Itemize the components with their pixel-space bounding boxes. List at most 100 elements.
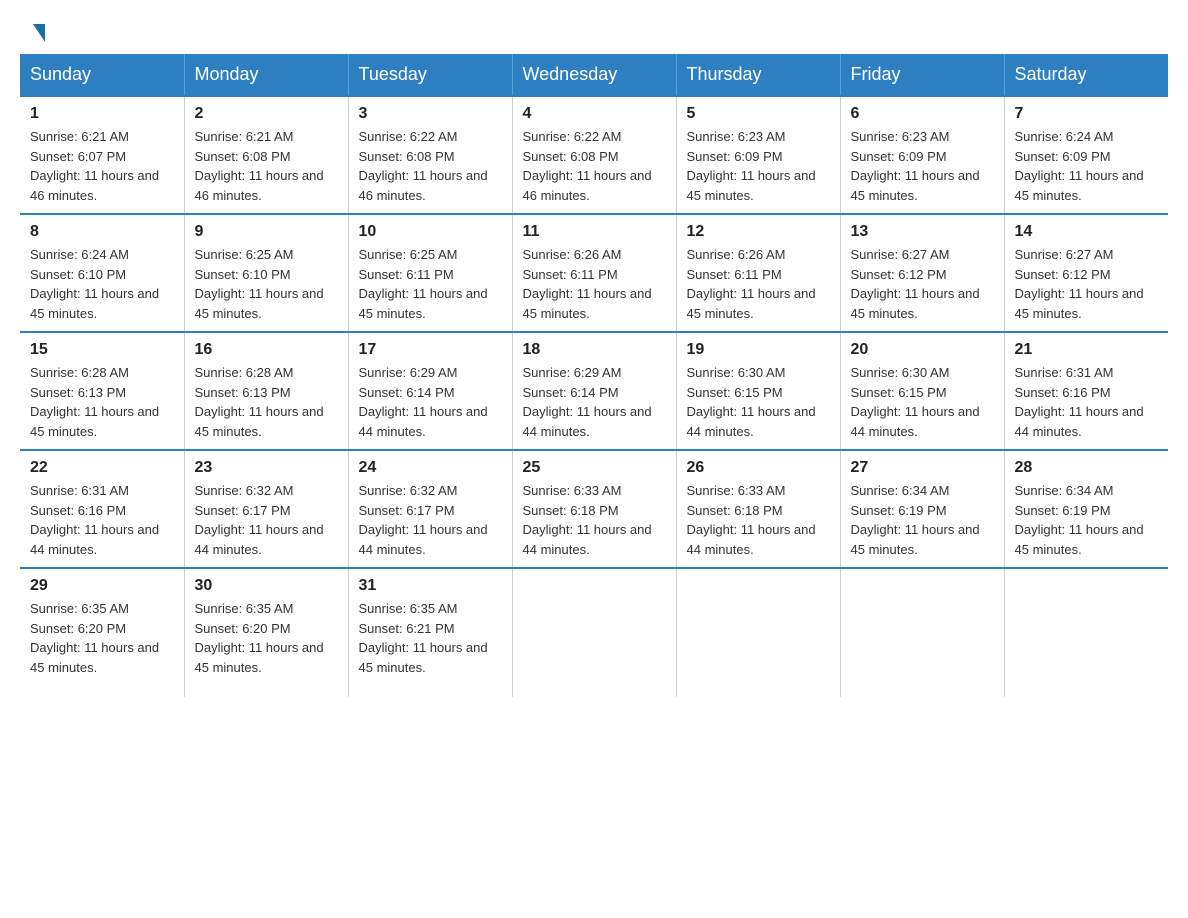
calendar-cell: 7 Sunrise: 6:24 AMSunset: 6:09 PMDayligh…: [1004, 96, 1168, 214]
day-number: 6: [851, 105, 994, 123]
day-info: Sunrise: 6:33 AMSunset: 6:18 PMDaylight:…: [687, 481, 830, 559]
calendar-cell: 8 Sunrise: 6:24 AMSunset: 6:10 PMDayligh…: [20, 214, 184, 332]
day-number: 19: [687, 341, 830, 359]
calendar-cell: 2 Sunrise: 6:21 AMSunset: 6:08 PMDayligh…: [184, 96, 348, 214]
day-number: 14: [1015, 223, 1159, 241]
weekday-header-thursday: Thursday: [676, 54, 840, 96]
calendar-week-1: 1 Sunrise: 6:21 AMSunset: 6:07 PMDayligh…: [20, 96, 1168, 214]
calendar-table: SundayMondayTuesdayWednesdayThursdayFrid…: [20, 54, 1168, 697]
day-info: Sunrise: 6:26 AMSunset: 6:11 PMDaylight:…: [523, 245, 666, 323]
calendar-week-2: 8 Sunrise: 6:24 AMSunset: 6:10 PMDayligh…: [20, 214, 1168, 332]
day-number: 15: [30, 341, 174, 359]
calendar-cell: 29 Sunrise: 6:35 AMSunset: 6:20 PMDaylig…: [20, 568, 184, 697]
calendar-cell: 24 Sunrise: 6:32 AMSunset: 6:17 PMDaylig…: [348, 450, 512, 568]
day-info: Sunrise: 6:32 AMSunset: 6:17 PMDaylight:…: [359, 481, 502, 559]
day-number: 18: [523, 341, 666, 359]
day-info: Sunrise: 6:32 AMSunset: 6:17 PMDaylight:…: [195, 481, 338, 559]
day-info: Sunrise: 6:27 AMSunset: 6:12 PMDaylight:…: [851, 245, 994, 323]
day-number: 3: [359, 105, 502, 123]
day-number: 10: [359, 223, 502, 241]
day-number: 30: [195, 577, 338, 595]
weekday-header-saturday: Saturday: [1004, 54, 1168, 96]
day-info: Sunrise: 6:25 AMSunset: 6:10 PMDaylight:…: [195, 245, 338, 323]
calendar-cell: 6 Sunrise: 6:23 AMSunset: 6:09 PMDayligh…: [840, 96, 1004, 214]
calendar-cell: 30 Sunrise: 6:35 AMSunset: 6:20 PMDaylig…: [184, 568, 348, 697]
day-number: 5: [687, 105, 830, 123]
day-info: Sunrise: 6:35 AMSunset: 6:20 PMDaylight:…: [195, 599, 338, 677]
weekday-row: SundayMondayTuesdayWednesdayThursdayFrid…: [20, 54, 1168, 96]
day-number: 29: [30, 577, 174, 595]
day-number: 13: [851, 223, 994, 241]
day-number: 16: [195, 341, 338, 359]
day-number: 17: [359, 341, 502, 359]
day-number: 8: [30, 223, 174, 241]
day-info: Sunrise: 6:28 AMSunset: 6:13 PMDaylight:…: [195, 363, 338, 441]
day-info: Sunrise: 6:24 AMSunset: 6:10 PMDaylight:…: [30, 245, 174, 323]
calendar-cell: 23 Sunrise: 6:32 AMSunset: 6:17 PMDaylig…: [184, 450, 348, 568]
day-number: 23: [195, 459, 338, 477]
page-header: [0, 0, 1188, 54]
day-info: Sunrise: 6:25 AMSunset: 6:11 PMDaylight:…: [359, 245, 502, 323]
calendar-container: SundayMondayTuesdayWednesdayThursdayFrid…: [20, 54, 1168, 697]
day-number: 11: [523, 223, 666, 241]
day-info: Sunrise: 6:23 AMSunset: 6:09 PMDaylight:…: [851, 127, 994, 205]
day-info: Sunrise: 6:21 AMSunset: 6:07 PMDaylight:…: [30, 127, 174, 205]
calendar-cell: 28 Sunrise: 6:34 AMSunset: 6:19 PMDaylig…: [1004, 450, 1168, 568]
calendar-cell: 25 Sunrise: 6:33 AMSunset: 6:18 PMDaylig…: [512, 450, 676, 568]
logo: [30, 24, 48, 38]
weekday-header-friday: Friday: [840, 54, 1004, 96]
calendar-cell: 9 Sunrise: 6:25 AMSunset: 6:10 PMDayligh…: [184, 214, 348, 332]
calendar-cell: 27 Sunrise: 6:34 AMSunset: 6:19 PMDaylig…: [840, 450, 1004, 568]
day-number: 2: [195, 105, 338, 123]
calendar-cell: 3 Sunrise: 6:22 AMSunset: 6:08 PMDayligh…: [348, 96, 512, 214]
calendar-cell: [1004, 568, 1168, 697]
day-info: Sunrise: 6:29 AMSunset: 6:14 PMDaylight:…: [523, 363, 666, 441]
day-info: Sunrise: 6:35 AMSunset: 6:21 PMDaylight:…: [359, 599, 502, 677]
day-info: Sunrise: 6:30 AMSunset: 6:15 PMDaylight:…: [851, 363, 994, 441]
day-number: 25: [523, 459, 666, 477]
calendar-cell: 22 Sunrise: 6:31 AMSunset: 6:16 PMDaylig…: [20, 450, 184, 568]
day-info: Sunrise: 6:35 AMSunset: 6:20 PMDaylight:…: [30, 599, 174, 677]
day-info: Sunrise: 6:34 AMSunset: 6:19 PMDaylight:…: [1015, 481, 1159, 559]
calendar-cell: 10 Sunrise: 6:25 AMSunset: 6:11 PMDaylig…: [348, 214, 512, 332]
calendar-cell: 18 Sunrise: 6:29 AMSunset: 6:14 PMDaylig…: [512, 332, 676, 450]
calendar-cell: 4 Sunrise: 6:22 AMSunset: 6:08 PMDayligh…: [512, 96, 676, 214]
calendar-week-5: 29 Sunrise: 6:35 AMSunset: 6:20 PMDaylig…: [20, 568, 1168, 697]
day-info: Sunrise: 6:22 AMSunset: 6:08 PMDaylight:…: [359, 127, 502, 205]
day-number: 1: [30, 105, 174, 123]
day-number: 4: [523, 105, 666, 123]
calendar-header: SundayMondayTuesdayWednesdayThursdayFrid…: [20, 54, 1168, 96]
day-info: Sunrise: 6:33 AMSunset: 6:18 PMDaylight:…: [523, 481, 666, 559]
day-number: 26: [687, 459, 830, 477]
calendar-cell: 13 Sunrise: 6:27 AMSunset: 6:12 PMDaylig…: [840, 214, 1004, 332]
day-number: 31: [359, 577, 502, 595]
day-number: 9: [195, 223, 338, 241]
day-info: Sunrise: 6:31 AMSunset: 6:16 PMDaylight:…: [1015, 363, 1159, 441]
calendar-cell: 1 Sunrise: 6:21 AMSunset: 6:07 PMDayligh…: [20, 96, 184, 214]
day-info: Sunrise: 6:29 AMSunset: 6:14 PMDaylight:…: [359, 363, 502, 441]
day-info: Sunrise: 6:24 AMSunset: 6:09 PMDaylight:…: [1015, 127, 1159, 205]
day-info: Sunrise: 6:21 AMSunset: 6:08 PMDaylight:…: [195, 127, 338, 205]
day-info: Sunrise: 6:23 AMSunset: 6:09 PMDaylight:…: [687, 127, 830, 205]
day-info: Sunrise: 6:31 AMSunset: 6:16 PMDaylight:…: [30, 481, 174, 559]
day-info: Sunrise: 6:22 AMSunset: 6:08 PMDaylight:…: [523, 127, 666, 205]
day-info: Sunrise: 6:26 AMSunset: 6:11 PMDaylight:…: [687, 245, 830, 323]
calendar-cell: [676, 568, 840, 697]
calendar-cell: 16 Sunrise: 6:28 AMSunset: 6:13 PMDaylig…: [184, 332, 348, 450]
weekday-header-sunday: Sunday: [20, 54, 184, 96]
day-number: 20: [851, 341, 994, 359]
day-number: 7: [1015, 105, 1159, 123]
day-info: Sunrise: 6:30 AMSunset: 6:15 PMDaylight:…: [687, 363, 830, 441]
weekday-header-wednesday: Wednesday: [512, 54, 676, 96]
weekday-header-monday: Monday: [184, 54, 348, 96]
weekday-header-tuesday: Tuesday: [348, 54, 512, 96]
calendar-week-4: 22 Sunrise: 6:31 AMSunset: 6:16 PMDaylig…: [20, 450, 1168, 568]
calendar-week-3: 15 Sunrise: 6:28 AMSunset: 6:13 PMDaylig…: [20, 332, 1168, 450]
day-info: Sunrise: 6:27 AMSunset: 6:12 PMDaylight:…: [1015, 245, 1159, 323]
calendar-cell: 19 Sunrise: 6:30 AMSunset: 6:15 PMDaylig…: [676, 332, 840, 450]
calendar-body: 1 Sunrise: 6:21 AMSunset: 6:07 PMDayligh…: [20, 96, 1168, 697]
calendar-cell: 12 Sunrise: 6:26 AMSunset: 6:11 PMDaylig…: [676, 214, 840, 332]
day-info: Sunrise: 6:34 AMSunset: 6:19 PMDaylight:…: [851, 481, 994, 559]
calendar-cell: 5 Sunrise: 6:23 AMSunset: 6:09 PMDayligh…: [676, 96, 840, 214]
day-number: 27: [851, 459, 994, 477]
